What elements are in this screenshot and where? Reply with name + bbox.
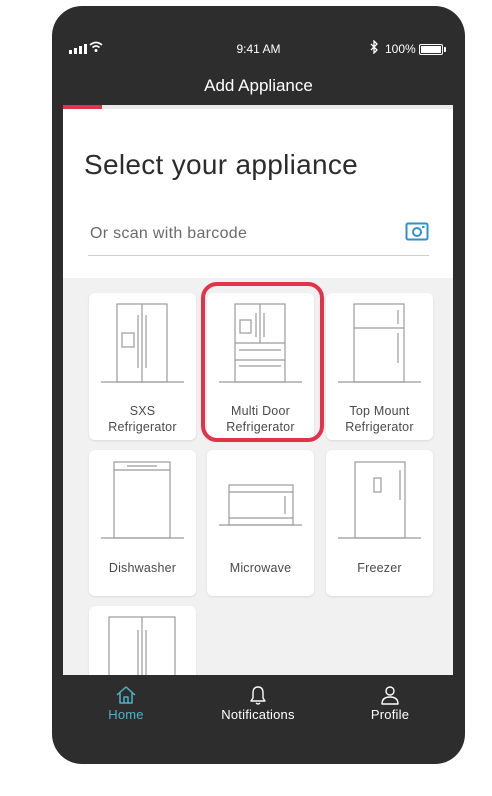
battery-percentage: 100% xyxy=(385,42,416,56)
appliance-label-line1: Top Mount xyxy=(349,404,410,418)
status-bar: 9:41 AM 100% xyxy=(52,40,465,60)
freezer-icon xyxy=(338,461,421,539)
dishwasher-icon xyxy=(101,461,184,539)
sxs-refrigerator-icon xyxy=(101,303,184,383)
tab-notifications[interactable]: Notifications xyxy=(203,675,313,722)
bell-icon xyxy=(250,686,266,705)
barcode-scan-field[interactable]: Or scan with barcode xyxy=(88,219,429,256)
tab-notifications-label: Notifications xyxy=(221,707,295,722)
appliance-label-line1: Freezer xyxy=(357,561,402,575)
appliance-label: SXS Refrigerator xyxy=(89,403,196,435)
appliance-card-freezer[interactable]: Freezer xyxy=(326,450,433,596)
battery-icon xyxy=(419,44,446,55)
appliance-label-line1: Dishwasher xyxy=(108,561,177,575)
appliance-label: Dishwasher xyxy=(89,560,196,576)
tab-home-label: Home xyxy=(108,707,144,722)
appliance-card-microwave[interactable]: Microwave xyxy=(207,450,314,596)
progress-bar xyxy=(63,105,453,109)
appliance-grid: SXS Refrigerator Multi Door Refrigerator… xyxy=(63,278,453,675)
scan-placeholder: Or scan with barcode xyxy=(90,225,248,242)
appliance-label: Freezer xyxy=(326,560,433,576)
selection-highlight xyxy=(201,282,324,442)
appliance-label: Microwave xyxy=(207,560,314,576)
home-icon xyxy=(116,686,136,704)
appliance-card-top-mount-refrigerator[interactable]: Top Mount Refrigerator xyxy=(326,293,433,440)
page-title: Add Appliance xyxy=(204,76,313,95)
phone-frame: 9:41 AM 100% Add Appliance Select your a… xyxy=(52,6,465,764)
tab-profile[interactable]: Profile xyxy=(335,675,445,722)
appliance-label-line1: Microwave xyxy=(229,561,292,575)
bottom-tab-bar: Home Notifications Profile xyxy=(52,675,465,738)
appliance-label: Top Mount Refrigerator xyxy=(326,403,433,435)
appliance-label-line1: SXS xyxy=(129,404,156,418)
bluetooth-icon xyxy=(370,40,378,54)
tab-profile-label: Profile xyxy=(370,707,410,722)
progress-bar-fill xyxy=(63,105,102,109)
microwave-icon xyxy=(219,484,302,526)
tab-home[interactable]: Home xyxy=(71,675,181,722)
main-content: Select your appliance Or scan with barco… xyxy=(63,105,453,675)
appliance-label-line2: Refrigerator xyxy=(108,420,177,434)
appliance-label-line2: Refrigerator xyxy=(345,420,414,434)
section-heading: Select your appliance xyxy=(84,149,359,180)
top-mount-refrigerator-icon xyxy=(338,303,421,383)
camera-icon[interactable] xyxy=(405,221,429,241)
refrigerator-icon xyxy=(108,616,176,675)
appliance-card-sxs-refrigerator[interactable]: SXS Refrigerator xyxy=(89,293,196,440)
appliance-card-dishwasher[interactable]: Dishwasher xyxy=(89,450,196,596)
user-icon xyxy=(381,686,399,705)
appliance-card-partial[interactable] xyxy=(89,606,196,675)
